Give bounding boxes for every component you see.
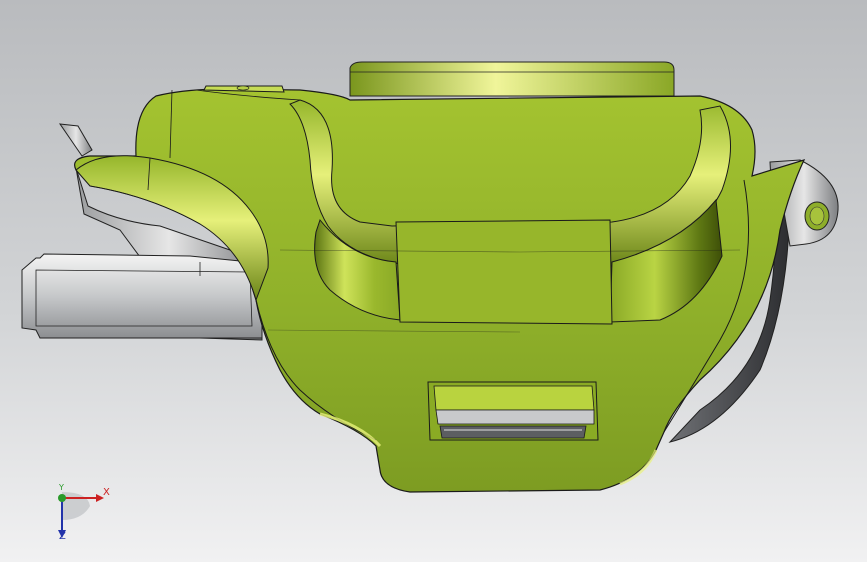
z-axis-label: Z — [59, 531, 66, 542]
y-axis-dot-icon — [58, 494, 66, 502]
center-panel — [395, 219, 613, 325]
metal-housing — [21, 253, 263, 339]
3d-viewport[interactable]: X Y Z — [0, 0, 867, 562]
top-ring-boss — [349, 61, 675, 97]
y-axis-label: Y — [59, 483, 64, 492]
cad-model[interactable] — [0, 0, 867, 562]
coordinate-triad: X Y Z — [40, 480, 120, 550]
metal-clip-tab — [58, 123, 93, 157]
x-axis-label: X — [103, 487, 110, 498]
